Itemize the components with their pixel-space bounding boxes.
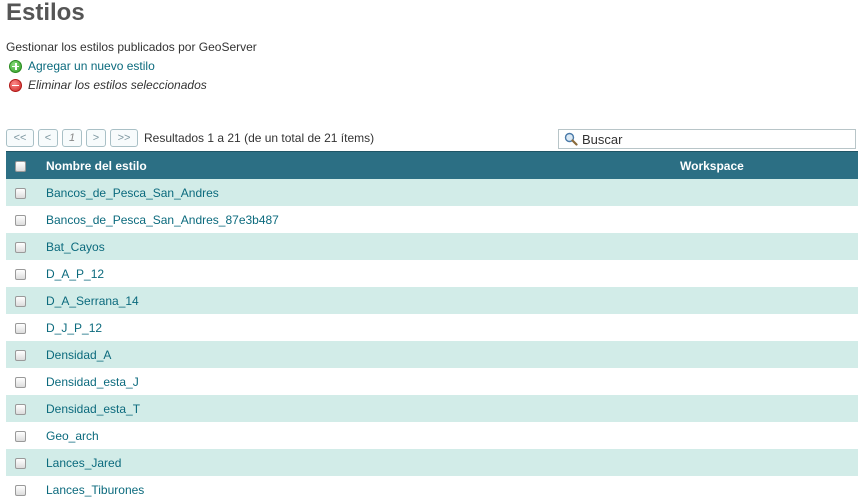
table-row: D_J_P_12 <box>6 314 858 341</box>
row-checkbox[interactable] <box>14 295 26 307</box>
row-checkbox-cell <box>6 179 34 206</box>
pager-current-page[interactable]: 1 <box>62 129 82 147</box>
search-box[interactable] <box>558 129 856 149</box>
workspace-cell <box>680 395 858 422</box>
page-title: Estilos <box>6 0 85 26</box>
table-row: Densidad_A <box>6 341 858 368</box>
table-row: D_A_Serrana_14 <box>6 287 858 314</box>
row-checkbox[interactable] <box>14 322 26 334</box>
style-name-link[interactable]: D_J_P_12 <box>46 321 102 335</box>
style-name-link[interactable]: D_A_Serrana_14 <box>46 294 139 308</box>
row-checkbox-cell <box>6 287 34 314</box>
style-name-cell: D_A_Serrana_14 <box>34 287 680 314</box>
style-name-cell: Densidad_esta_J <box>34 368 680 395</box>
table-row: D_A_P_12 <box>6 260 858 287</box>
row-checkbox[interactable] <box>14 484 26 496</box>
add-style-link[interactable]: Agregar un nuevo estilo <box>9 59 155 73</box>
row-checkbox[interactable] <box>14 268 26 280</box>
pager-next-button[interactable]: > <box>86 129 106 147</box>
style-name-link[interactable]: Lances_Tiburones <box>46 483 144 497</box>
workspace-cell <box>680 368 858 395</box>
style-name-cell: Geo_arch <box>34 422 680 449</box>
style-name-link[interactable]: Densidad_A <box>46 348 111 362</box>
row-checkbox-cell <box>6 422 34 449</box>
style-name-link[interactable]: Densidad_esta_J <box>46 375 139 389</box>
style-name-cell: D_J_P_12 <box>34 314 680 341</box>
row-checkbox[interactable] <box>14 241 26 253</box>
workspace-cell <box>680 476 858 503</box>
row-checkbox[interactable] <box>14 430 26 442</box>
column-header-name[interactable]: Nombre del estilo <box>34 151 680 179</box>
table-row: Bat_Cayos <box>6 233 858 260</box>
style-name-cell: Bancos_de_Pesca_San_Andres <box>34 179 680 206</box>
style-name-link[interactable]: Lances_Jared <box>46 456 121 470</box>
remove-selected-styles-link[interactable]: Eliminar los estilos seleccionados <box>9 78 207 92</box>
pager-last-button[interactable]: >> <box>110 129 138 147</box>
workspace-cell <box>680 287 858 314</box>
row-checkbox[interactable] <box>14 403 26 415</box>
row-checkbox-cell <box>6 341 34 368</box>
style-name-link[interactable]: D_A_P_12 <box>46 267 104 281</box>
row-checkbox-cell <box>6 449 34 476</box>
workspace-cell <box>680 260 858 287</box>
row-checkbox[interactable] <box>14 376 26 388</box>
styles-table: Nombre del estilo Workspace Bancos_de_Pe… <box>6 151 858 503</box>
remove-icon <box>9 78 22 92</box>
workspace-cell <box>680 341 858 368</box>
style-name-link[interactable]: Bat_Cayos <box>46 240 105 254</box>
workspace-cell <box>680 449 858 476</box>
style-name-link[interactable]: Densidad_esta_T <box>46 402 140 416</box>
workspace-cell <box>680 206 858 233</box>
column-header-workspace[interactable]: Workspace <box>680 151 858 179</box>
style-name-cell: Densidad_A <box>34 341 680 368</box>
table-row: Densidad_esta_J <box>6 368 858 395</box>
style-name-cell: Lances_Tiburones <box>34 476 680 503</box>
workspace-cell <box>680 314 858 341</box>
table-row: Lances_Tiburones <box>6 476 858 503</box>
remove-styles-label: Eliminar los estilos seleccionados <box>28 78 207 92</box>
pager: << < 1 > >> Resultados 1 a 21 (de un tot… <box>6 129 374 147</box>
style-name-cell: Lances_Jared <box>34 449 680 476</box>
row-checkbox-cell <box>6 206 34 233</box>
table-row: Lances_Jared <box>6 449 858 476</box>
row-checkbox-cell <box>6 368 34 395</box>
style-name-cell: Bancos_de_Pesca_San_Andres_87e3b487 <box>34 206 680 233</box>
row-checkbox[interactable] <box>14 214 26 226</box>
style-name-link[interactable]: Geo_arch <box>46 429 99 443</box>
table-row: Densidad_esta_T <box>6 395 858 422</box>
table-row: Bancos_de_Pesca_San_Andres_87e3b487 <box>6 206 858 233</box>
results-count: Resultados 1 a 21 (de un total de 21 íte… <box>144 131 375 145</box>
add-icon <box>9 59 22 73</box>
select-all-cell <box>6 151 34 179</box>
search-input[interactable] <box>582 131 832 147</box>
style-name-cell: D_A_P_12 <box>34 260 680 287</box>
row-checkbox-cell <box>6 233 34 260</box>
pager-first-button[interactable]: << <box>6 129 34 147</box>
add-style-label: Agregar un nuevo estilo <box>28 59 155 73</box>
row-checkbox[interactable] <box>14 457 26 469</box>
row-checkbox-cell <box>6 476 34 503</box>
table-row: Geo_arch <box>6 422 858 449</box>
table-row: Bancos_de_Pesca_San_Andres <box>6 179 858 206</box>
style-name-cell: Bat_Cayos <box>34 233 680 260</box>
select-all-checkbox[interactable] <box>14 160 26 172</box>
row-checkbox-cell <box>6 314 34 341</box>
page-description: Gestionar los estilos publicados por Geo… <box>6 40 257 54</box>
pager-prev-button[interactable]: < <box>38 129 58 147</box>
table-header-row: Nombre del estilo Workspace <box>6 151 858 179</box>
row-checkbox-cell <box>6 395 34 422</box>
workspace-cell <box>680 422 858 449</box>
style-name-link[interactable]: Bancos_de_Pesca_San_Andres <box>46 186 219 200</box>
row-checkbox[interactable] <box>14 187 26 199</box>
style-name-link[interactable]: Bancos_de_Pesca_San_Andres_87e3b487 <box>46 213 279 227</box>
search-icon <box>564 132 578 146</box>
row-checkbox-cell <box>6 260 34 287</box>
workspace-cell <box>680 179 858 206</box>
style-name-cell: Densidad_esta_T <box>34 395 680 422</box>
workspace-cell <box>680 233 858 260</box>
row-checkbox[interactable] <box>14 349 26 361</box>
